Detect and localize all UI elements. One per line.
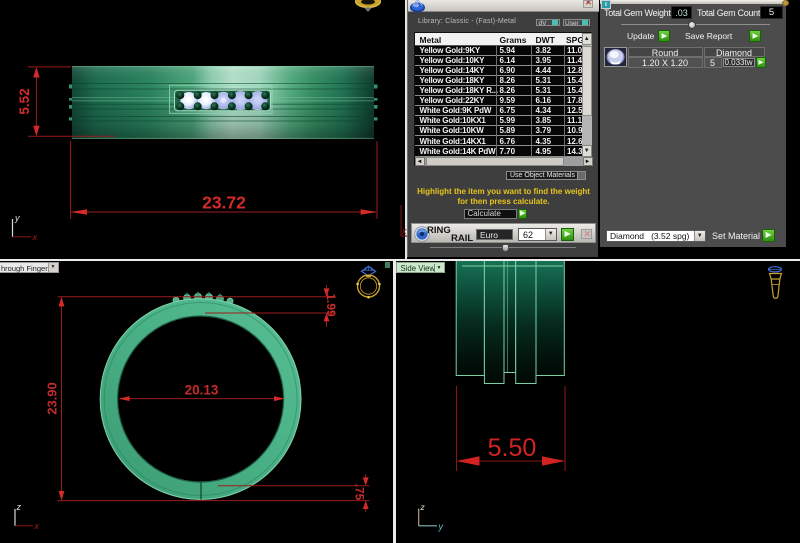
svg-text:x: x	[34, 521, 40, 531]
svg-text:y: y	[14, 213, 20, 223]
svg-text:z: z	[420, 502, 426, 512]
svg-text:20.13: 20.13	[185, 383, 219, 398]
svg-text:23.72: 23.72	[202, 193, 246, 213]
svg-text:.75: .75	[352, 484, 366, 501]
svg-text:5.52: 5.52	[17, 88, 32, 114]
svg-text:23.90: 23.90	[44, 382, 59, 415]
svg-text:x: x	[32, 232, 38, 242]
svg-text:y: y	[438, 522, 444, 532]
svg-text:z: z	[16, 502, 22, 512]
svg-text:1.99: 1.99	[324, 293, 338, 317]
svg-text:5.50: 5.50	[488, 434, 537, 462]
